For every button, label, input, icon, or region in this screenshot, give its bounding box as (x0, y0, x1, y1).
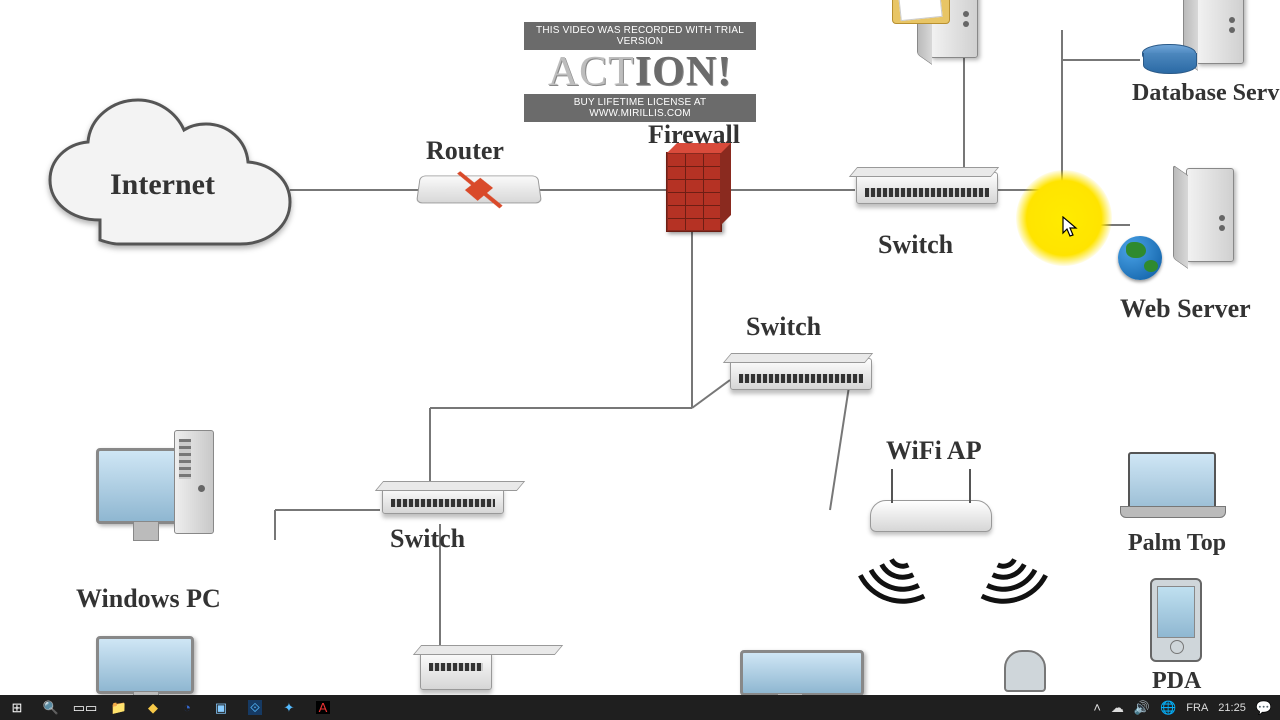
switch-mid-icon (730, 358, 872, 390)
file-explorer-button[interactable]: 📁 (102, 695, 136, 720)
partial-device-icon (420, 650, 492, 690)
switch-mid-label: Switch (746, 312, 821, 342)
router-icon (418, 172, 540, 206)
notifications-icon[interactable]: 💬 (1256, 701, 1272, 714)
app-button-1[interactable]: ◆ (136, 695, 170, 720)
search-button[interactable]: 🔍 (34, 695, 68, 720)
search-icon: 🔍 (43, 701, 59, 714)
switch-low-icon (382, 486, 504, 514)
windows-pc-label: Windows PC (76, 584, 221, 614)
palm-top-label: Palm Top (1128, 530, 1226, 557)
firewall-label: Firewall (648, 120, 740, 150)
edge-button[interactable]: ◔ (170, 695, 204, 720)
task-view-button[interactable]: ▭▭ (68, 695, 102, 720)
watermark-top-text: THIS VIDEO WAS RECORDED WITH TRIAL VERSI… (524, 22, 756, 50)
language-indicator[interactable]: FRA (1186, 702, 1208, 714)
volume-icon[interactable]: 🔊 (1134, 701, 1150, 714)
switch-top-label: Switch (878, 230, 953, 260)
switch-low-label: Switch (390, 524, 465, 554)
diagram-canvas: Internet Router Firewall Switch Database… (0, 0, 1280, 695)
folder-icon (892, 0, 950, 24)
windows-icon: ⊞ (12, 701, 23, 714)
database-server-label: Database Server (1132, 80, 1280, 106)
system-tray[interactable]: ˄ ☁ 🔊 🌐 FRA 21:25 💬 (1085, 701, 1280, 714)
network-icon[interactable]: 🌐 (1160, 701, 1176, 714)
start-button[interactable]: ⊞ (0, 695, 34, 720)
database-server-tower-icon (1196, 0, 1244, 64)
watermark-bottom-text: BUY LIFETIME LICENSE AT WWW.MIRILLIS.COM (524, 94, 756, 122)
chevron-up-icon[interactable]: ˄ (1093, 701, 1101, 714)
web-server-tower-icon (1186, 168, 1234, 262)
app-button-2[interactable]: ▣ (204, 695, 238, 720)
web-server-label: Web Server (1120, 294, 1251, 324)
watermark-logo: ACTION! (524, 50, 756, 94)
palm-top-icon (1128, 452, 1216, 510)
windows-pc-tower-icon (174, 430, 214, 534)
switch-top-icon (856, 172, 998, 204)
partial-monitor-2-icon (740, 650, 864, 696)
app-button-4[interactable]: ✦ (272, 695, 306, 720)
partial-phone-icon (1004, 650, 1046, 692)
action-recorder-button[interactable]: A (306, 695, 340, 720)
pda-label: PDA (1152, 668, 1201, 695)
partial-monitor-icon (96, 636, 194, 694)
pda-icon (1150, 578, 1202, 662)
taskbar[interactable]: ⊞ 🔍 ▭▭ 📁 ◆ ◔ ▣ ⟐ ✦ A ˄ ☁ 🔊 🌐 FRA 21:25 💬 (0, 695, 1280, 720)
internet-label: Internet (110, 168, 215, 202)
taskview-icon: ▭▭ (73, 701, 98, 714)
database-cylinder-icon (1142, 44, 1196, 64)
firewall-icon (666, 152, 722, 232)
app-button-3[interactable]: ⟐ (238, 695, 272, 720)
trial-watermark: THIS VIDEO WAS RECORDED WITH TRIAL VERSI… (524, 22, 756, 122)
onedrive-icon[interactable]: ☁ (1111, 701, 1124, 714)
wifi-ap-label: WiFi AP (886, 436, 982, 466)
cursor-icon (1062, 216, 1080, 244)
router-label: Router (426, 136, 504, 166)
globe-icon (1118, 236, 1162, 280)
wifi-ap-icon (870, 500, 992, 532)
folder-icon: 📁 (111, 701, 127, 714)
clock[interactable]: 21:25 (1218, 702, 1246, 714)
